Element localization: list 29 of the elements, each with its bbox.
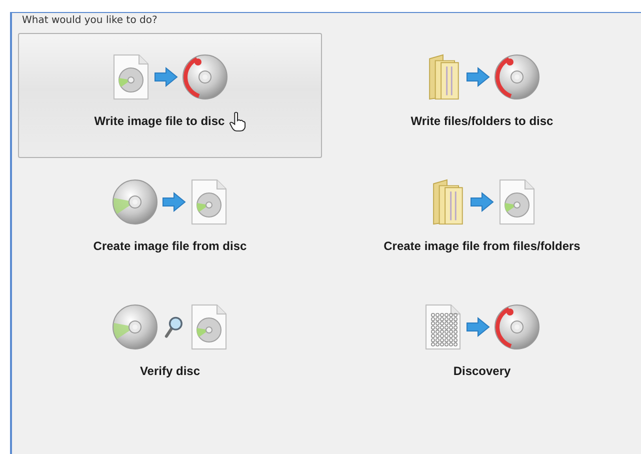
arrow-icon — [154, 66, 178, 88]
task-label: Verify disc — [140, 364, 200, 378]
task-label: Write image file to disc — [94, 114, 225, 128]
task-tile[interactable]: Write files/folders to disc — [330, 33, 634, 158]
document-icon — [423, 303, 463, 351]
task-tile[interactable]: Write image file to disc — [18, 33, 322, 158]
hand-cursor-icon — [228, 110, 246, 132]
disc-icon — [111, 178, 159, 226]
arrow-icon — [466, 316, 490, 338]
disc-image-file-icon — [189, 178, 229, 226]
task-tile[interactable]: Create image file from disc — [18, 158, 322, 283]
arrow-icon — [162, 191, 186, 213]
task-label: Discovery — [453, 364, 511, 378]
burn-disc-icon — [493, 53, 541, 101]
task-tile[interactable]: Verify disc — [18, 283, 322, 408]
arrow-icon — [470, 191, 494, 213]
arrow-icon — [466, 66, 490, 88]
task-label: Create image file from files/folders — [384, 239, 580, 253]
task-tile[interactable]: Discovery — [330, 283, 634, 408]
task-tile[interactable]: Create image file from files/folders — [330, 158, 634, 283]
task-label: Write files/folders to disc — [410, 114, 554, 128]
task-label: Create image file from disc — [93, 239, 247, 253]
disc-image-file-icon — [497, 178, 537, 226]
burn-disc-icon — [181, 53, 229, 101]
burn-disc-icon — [493, 303, 541, 351]
disc-icon — [111, 303, 159, 351]
panel-heading: What would you like to do? — [21, 14, 158, 28]
disc-image-file-icon — [189, 303, 229, 351]
disc-image-file-icon — [111, 53, 151, 101]
